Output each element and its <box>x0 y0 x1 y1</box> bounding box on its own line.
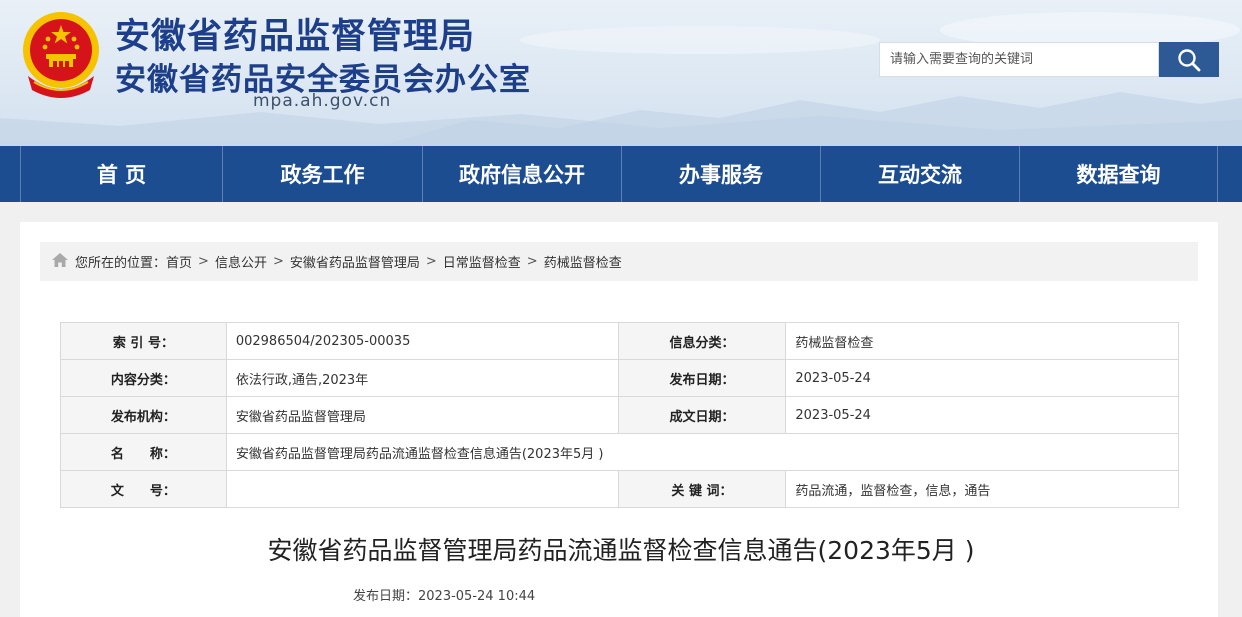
table-row: 索 引 号： 002986504/202305-00035 信息分类： 药械监督… <box>60 322 1179 360</box>
search-button[interactable] <box>1159 42 1219 77</box>
breadcrumb-separator: > <box>272 254 284 269</box>
breadcrumb-routine-inspection[interactable]: 日常监督检查 <box>443 252 521 271</box>
content-category-value: 依法行政,通告,2023年 <box>225 359 619 397</box>
main-nav: 首 页 政务工作 政府信息公开 办事服务 互动交流 数据查询 <box>0 146 1242 202</box>
publisher-label: 发布机构： <box>60 396 227 434</box>
created-date-value: 2023-05-24 <box>785 396 1179 434</box>
nav-government-affairs[interactable]: 政务工作 <box>222 146 422 202</box>
breadcrumb-drug-device-inspection[interactable]: 药械监督检查 <box>544 252 622 271</box>
index-label: 索 引 号： <box>60 322 227 360</box>
keywords-label: 关 键 词： <box>617 470 787 508</box>
content-category-label: 内容分类： <box>60 359 227 397</box>
nav-information-disclosure[interactable]: 政府信息公开 <box>422 146 621 202</box>
article-date: 发布日期：2023-05-24 10:44 <box>353 589 536 604</box>
table-row: 发布机构： 安徽省药品监督管理局 成文日期： 2023-05-24 <box>60 396 1179 434</box>
table-row: 文 号： 关 键 词： 药品流通，监督检查，信息，通告 <box>60 470 1179 508</box>
name-label: 名 称： <box>60 433 227 471</box>
breadcrumb: 您所在的位置： 首页 > 信息公开 > 安徽省药品监督管理局 > 日常监督检查 … <box>40 242 1198 281</box>
breadcrumb-separator: > <box>425 254 437 269</box>
nav-interaction[interactable]: 互动交流 <box>820 146 1019 202</box>
document-number-label: 文 号： <box>60 470 227 508</box>
site-title: 安徽省药品监督管理局 <box>115 17 476 57</box>
name-value: 安徽省药品监督管理局药品流通监督检查信息通告(2023年5月 ) <box>225 433 1180 471</box>
home-icon <box>51 252 69 272</box>
breadcrumb-separator: > <box>526 254 538 269</box>
site-domain: mpa.ah.gov.cn <box>253 91 392 111</box>
breadcrumb-home[interactable]: 首页 <box>166 252 192 271</box>
magnifier-icon <box>1178 48 1201 71</box>
index-value: 002986504/202305-00035 <box>225 322 619 360</box>
breadcrumb-prefix: 您所在的位置： <box>75 256 167 271</box>
breadcrumb-separator: > <box>198 254 209 269</box>
nav-services[interactable]: 办事服务 <box>621 146 820 202</box>
table-row: 内容分类： 依法行政,通告,2023年 发布日期： 2023-05-24 <box>60 359 1179 397</box>
document-number-value <box>225 470 619 508</box>
breadcrumb-bureau[interactable]: 安徽省药品监督管理局 <box>290 252 420 271</box>
created-date-label: 成文日期： <box>617 396 787 434</box>
document-metadata-table: 索 引 号： 002986504/202305-00035 信息分类： 药械监督… <box>60 322 1180 508</box>
nav-data-query[interactable]: 数据查询 <box>1019 146 1218 202</box>
publish-date-value: 2023-05-24 <box>785 359 1179 397</box>
article-title: 安徽省药品监督管理局药品流通监督检查信息通告(2023年5月 ) <box>267 536 975 565</box>
publish-date-label: 发布日期： <box>617 359 787 397</box>
breadcrumb-info-disclosure[interactable]: 信息公开 <box>215 252 267 271</box>
national-emblem-icon <box>20 10 102 100</box>
search-input[interactable] <box>879 42 1159 77</box>
publisher-value: 安徽省药品监督管理局 <box>225 396 619 434</box>
nav-home[interactable]: 首 页 <box>20 146 222 202</box>
site-header: 安徽省药品监督管理局 安徽省药品安全委员会办公室 mpa.ah.gov.cn <box>0 0 1242 146</box>
category-label: 信息分类： <box>617 322 787 360</box>
keywords-value: 药品流通，监督检查，信息，通告 <box>785 470 1179 508</box>
category-value: 药械监督检查 <box>785 322 1179 360</box>
table-row: 名 称： 安徽省药品监督管理局药品流通监督检查信息通告(2023年5月 ) <box>60 433 1180 471</box>
